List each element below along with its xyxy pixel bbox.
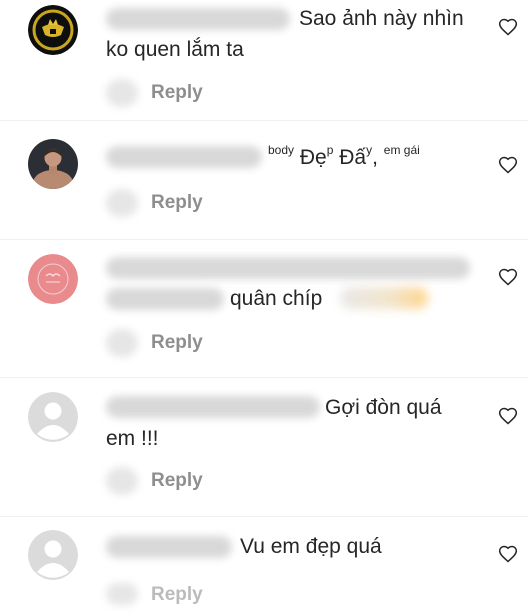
comment-item: quân chíp Reply [0,240,528,377]
heart-icon [498,407,518,425]
avatar[interactable] [28,139,78,189]
person-placeholder-icon [28,530,78,580]
timestamp-redacted [106,79,138,107]
comment-body: , [372,146,384,169]
comment-text: Vu em đẹp quá [240,531,440,562]
person-photo-avatar-icon [28,139,78,189]
reply-row: Reply [106,583,236,613]
comment-text: body Đẹp Đấy, em gái [268,142,498,173]
like-button[interactable] [498,267,518,287]
reply-button[interactable]: Reply [151,470,203,492]
emoji-redacted [340,287,428,309]
username-redacted [106,536,232,558]
comment-body: Đẹ [299,146,327,169]
text-redacted [106,288,224,310]
heart-icon [498,18,518,36]
comment-text: Gợi đòn quá em !!! [106,392,476,454]
superscript-text: p [326,143,334,157]
comment-item: Vu em đẹp quá Reply [0,517,528,605]
pink-logo-avatar-icon [28,254,78,304]
comment-body: Vu [240,535,265,558]
superscript-text: body [268,143,295,157]
like-button[interactable] [498,155,518,175]
reply-row: Reply [106,467,236,497]
reply-button[interactable]: Reply [151,584,203,606]
comment-item: Sao ảnh này nhìn ko quen lắm ta Reply [0,0,528,120]
avatar[interactable] [28,392,78,442]
avatar[interactable] [28,254,78,304]
heart-icon [498,268,518,286]
reply-button[interactable]: Reply [151,82,203,104]
person-placeholder-icon [28,392,78,442]
comment-body: Đấ [339,146,367,169]
comment-body: Sao ảnh này nhìn ko quen lắm ta [106,7,464,61]
like-button[interactable] [498,406,518,426]
timestamp-redacted [106,583,138,605]
comment-body: em đẹp quá [264,535,382,558]
reply-row: Reply [106,79,236,109]
comment-text: quân chíp [230,283,340,314]
reply-button[interactable]: Reply [151,332,203,354]
heart-icon [498,545,518,563]
like-button[interactable] [498,17,518,37]
timestamp-redacted [106,189,138,217]
comment-body: Gợi đòn quá em !!! [106,396,442,450]
reply-row: Reply [106,189,236,219]
comment-body: quân chíp [230,287,323,310]
avatar[interactable] [28,530,78,580]
comment-item: body Đẹp Đấy, em gái Reply [0,121,528,239]
comment-item: Gợi đòn quá em !!! Reply [0,378,528,516]
comment-text: Sao ảnh này nhìn ko quen lắm ta [106,3,486,65]
like-button[interactable] [498,544,518,564]
reply-row: Reply [106,329,236,359]
username-redacted [106,146,262,168]
timestamp-redacted [106,329,138,357]
reply-button[interactable]: Reply [151,192,203,214]
superscript-text: em gái [383,143,420,157]
timestamp-redacted [106,467,138,495]
crest-avatar-icon [28,5,78,55]
username-redacted [106,257,470,279]
avatar[interactable] [28,5,78,55]
heart-icon [498,156,518,174]
